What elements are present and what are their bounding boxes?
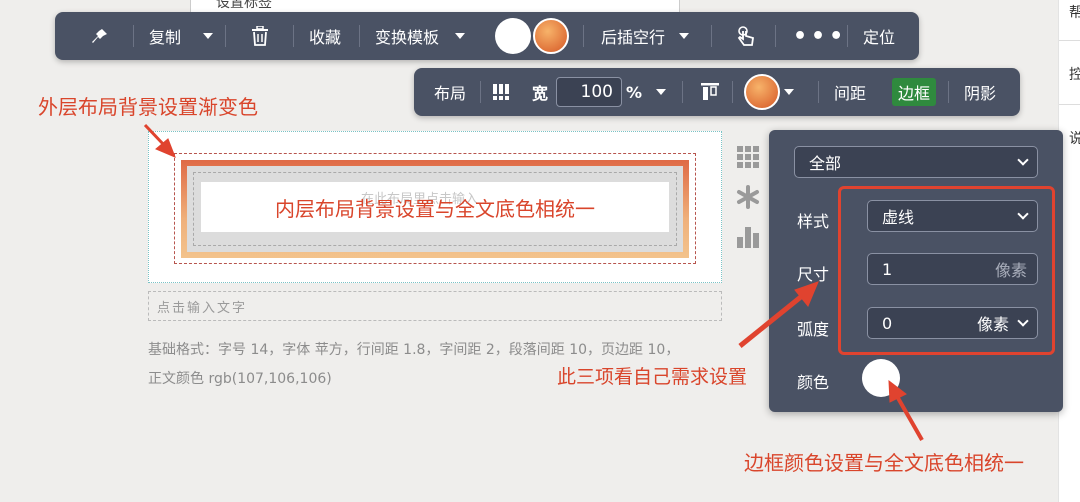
annotation-arrows (143, 123, 924, 441)
arrow-size (738, 294, 804, 348)
arrow-color (896, 397, 924, 441)
arrow-size-head (794, 281, 819, 307)
arrow-outer (143, 123, 166, 147)
